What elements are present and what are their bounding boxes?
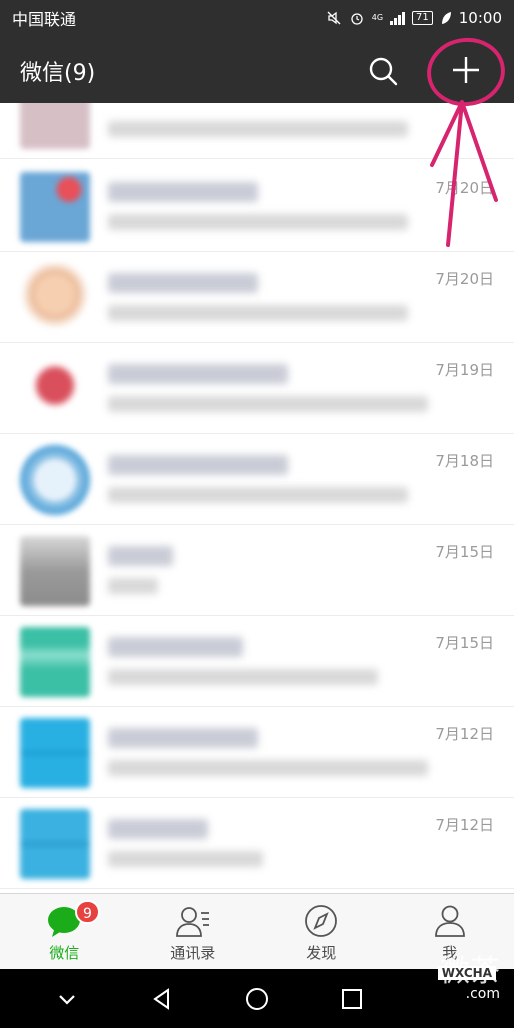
- chat-row[interactable]: 7月18日: [0, 434, 514, 525]
- contact-name-blurred: [108, 182, 258, 202]
- chevron-down-icon[interactable]: [54, 986, 80, 1012]
- tab-label: 发现: [306, 944, 337, 962]
- chat-date: 7月15日: [435, 634, 494, 652]
- avatar: [20, 103, 90, 149]
- search-icon[interactable]: [366, 54, 400, 88]
- battery-level: 71: [412, 11, 433, 25]
- avatar: [20, 809, 90, 879]
- tab-chats[interactable]: 9 微信: [0, 894, 129, 969]
- avatar: [20, 263, 90, 333]
- avatar: [20, 354, 90, 424]
- contact-name-blurred: [108, 455, 288, 475]
- tab-label: 我: [442, 944, 458, 962]
- chat-date: 7月20日: [435, 179, 494, 197]
- message-preview-blurred: [108, 396, 428, 412]
- compass-icon: [305, 905, 338, 937]
- chat-date: 7月19日: [435, 361, 494, 379]
- carrier-label: 中国联通: [12, 10, 77, 29]
- network-type: 4G: [371, 13, 384, 22]
- system-nav-bar: [0, 969, 514, 1028]
- message-preview-blurred: [108, 669, 378, 685]
- message-preview-blurred: [108, 760, 428, 776]
- avatar: [20, 718, 90, 788]
- chat-row[interactable]: 7月19日: [0, 343, 514, 434]
- avatar: [20, 536, 90, 606]
- contact-name-blurred: [108, 364, 288, 384]
- signal-icon: [390, 11, 406, 25]
- tab-me[interactable]: 我: [386, 894, 514, 969]
- back-icon[interactable]: [149, 986, 175, 1012]
- avatar: [20, 172, 90, 242]
- contact-name-blurred: [108, 637, 243, 657]
- message-preview-blurred: [108, 487, 408, 503]
- bottom-tab-bar: 9 微信 通讯录 发现 我: [0, 893, 514, 969]
- contact-name-blurred: [108, 819, 208, 839]
- home-icon[interactable]: [244, 986, 270, 1012]
- message-preview-blurred: [108, 121, 408, 137]
- page-title: 微信(9): [20, 61, 96, 86]
- message-preview-blurred: [108, 305, 408, 321]
- chat-date: 7月12日: [435, 725, 494, 743]
- avatar: [20, 445, 90, 515]
- chat-row[interactable]: 7月12日: [0, 798, 514, 889]
- clock: 10:00: [458, 9, 502, 27]
- leaf-icon: [441, 12, 451, 24]
- status-bar: 中国联通 4G 71 10:00: [0, 0, 514, 36]
- chat-row[interactable]: 7月15日: [0, 525, 514, 616]
- tab-label: 通讯录: [170, 944, 216, 962]
- tab-label: 微信: [49, 944, 80, 962]
- chat-row[interactable]: 7月20日: [0, 252, 514, 343]
- avatar: [20, 627, 90, 697]
- message-preview-blurred: [108, 214, 408, 230]
- contact-name-blurred: [108, 546, 173, 566]
- app-header: 微信(9): [0, 36, 514, 103]
- message-preview-blurred: [108, 851, 263, 867]
- chat-list[interactable]: 7月20日 7月20日 7月19日 7月18日 7月15日 7月15日 7月12…: [0, 103, 514, 893]
- chat-date: 7月12日: [435, 816, 494, 834]
- contact-name-blurred: [108, 728, 258, 748]
- status-icons: 4G 71 10:00: [326, 9, 502, 27]
- chat-row[interactable]: 7月12日: [0, 707, 514, 798]
- contact-name-blurred: [108, 273, 258, 293]
- chat-date: 7月15日: [435, 543, 494, 561]
- person-icon: [434, 905, 465, 937]
- tab-contacts[interactable]: 通讯录: [129, 894, 258, 969]
- tab-discover[interactable]: 发现: [257, 894, 386, 969]
- message-preview-blurred: [108, 578, 158, 594]
- contacts-icon: [175, 907, 209, 937]
- chat-date: 7月18日: [435, 452, 494, 470]
- recents-icon[interactable]: [339, 986, 365, 1012]
- mute-icon: [327, 11, 341, 25]
- chat-date: 7月20日: [435, 270, 494, 288]
- plus-icon[interactable]: [448, 52, 484, 88]
- chat-row[interactable]: 7月15日: [0, 616, 514, 707]
- unread-badge: 9: [75, 900, 100, 924]
- chat-row[interactable]: [0, 103, 514, 159]
- chat-row[interactable]: 7月20日: [0, 161, 514, 252]
- alarm-icon: [351, 13, 363, 25]
